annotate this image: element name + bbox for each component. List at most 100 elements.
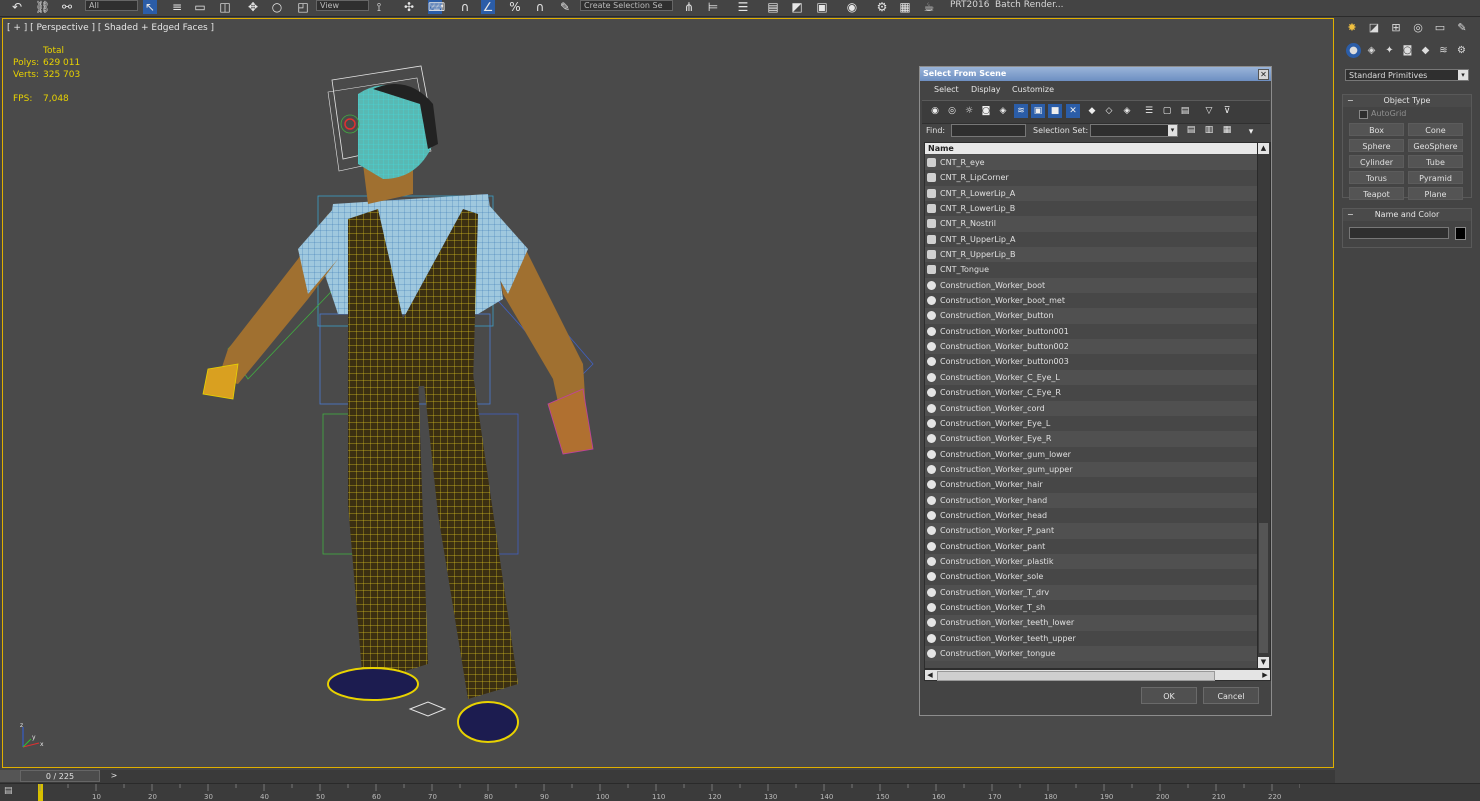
render-setup-icon[interactable]: ⚙	[875, 0, 889, 14]
object-name-input[interactable]	[1349, 227, 1449, 239]
helpers-category-icon[interactable]: ◆	[1418, 43, 1433, 58]
cone-button[interactable]: Cone	[1408, 123, 1463, 136]
scroll-up-icon[interactable]: ▲	[1258, 143, 1269, 154]
list-item[interactable]: Construction_Worker_pant	[925, 538, 1258, 554]
unlink-icon[interactable]: ⚯	[60, 0, 74, 14]
bones-filter-icon[interactable]: ✕	[1066, 104, 1080, 118]
list-item[interactable]: Construction_Worker_sole	[925, 569, 1258, 585]
vertical-scrollbar[interactable]: ▲ ▼	[1257, 143, 1270, 668]
horizontal-scrollbar-thumb[interactable]	[937, 671, 1215, 681]
list-item[interactable]: Construction_Worker_button002	[925, 339, 1258, 355]
delete-selection-set-icon[interactable]: ▦	[1220, 123, 1234, 137]
plane-button[interactable]: Plane	[1408, 187, 1463, 200]
chevron-down-icon[interactable]: ▾	[1244, 125, 1258, 139]
xrefs-filter-icon[interactable]: ■	[1048, 104, 1062, 118]
list-item[interactable]: Construction_Worker_tongue	[925, 646, 1258, 662]
list-item[interactable]: CNT_R_UpperLip_B	[925, 247, 1258, 263]
list-item[interactable]: Construction_Worker_teeth_lower	[925, 615, 1258, 631]
named-selection-set-field[interactable]: Create Selection Se	[580, 0, 673, 11]
list-item[interactable]: Construction_Worker_button003	[925, 354, 1258, 370]
primitive-type-dropdown[interactable]: Standard Primitives ▾	[1345, 69, 1469, 81]
scroll-right-icon[interactable]: ▶	[1260, 670, 1270, 680]
toggle-ribbon-icon[interactable]: ▤	[766, 0, 780, 14]
list-item[interactable]: Construction_Worker_button	[925, 308, 1258, 324]
layer-view-icon[interactable]: ▤	[1178, 104, 1192, 118]
sphere-button[interactable]: Sphere	[1349, 139, 1404, 152]
undo-icon[interactable]: ↶	[10, 0, 24, 14]
edit-named-selection-icon[interactable]: ✎	[558, 0, 572, 14]
snap-3d-icon[interactable]: ∩	[458, 0, 472, 14]
cameras-filter-icon[interactable]: ◙	[979, 104, 993, 118]
angle-snap-icon[interactable]: ∠	[481, 0, 495, 14]
align-icon[interactable]: ⊨	[706, 0, 720, 14]
shapes-category-icon[interactable]: ◈	[1364, 43, 1379, 58]
shapes-filter-icon[interactable]: ◎	[945, 104, 959, 118]
list-item[interactable]: Construction_Worker_hair	[925, 477, 1258, 493]
teapot-button[interactable]: Teapot	[1349, 187, 1404, 200]
geosphere-button[interactable]: GeoSphere	[1408, 139, 1463, 152]
object-color-swatch[interactable]	[1455, 227, 1466, 240]
list-item[interactable]: CNT_R_UpperLip_A	[925, 231, 1258, 248]
motion-tab-icon[interactable]: ◎	[1410, 20, 1426, 36]
time-slider-prev[interactable]	[0, 770, 20, 782]
checkbox-icon[interactable]	[1359, 110, 1368, 119]
filter-icon[interactable]: ▽	[1202, 104, 1216, 118]
box-button[interactable]: Box	[1349, 123, 1404, 136]
torus-button[interactable]: Torus	[1349, 171, 1404, 184]
scroll-left-icon[interactable]: ◀	[925, 670, 935, 680]
dialog-title[interactable]: Select From Scene	[920, 67, 1271, 81]
list-item[interactable]: Construction_Worker_gum_upper	[925, 461, 1258, 478]
list-item[interactable]: Construction_Worker_plastik	[925, 553, 1258, 570]
horizontal-scrollbar[interactable]: ◀ ▶	[924, 669, 1271, 681]
list-item[interactable]: Construction_Worker_T_drv	[925, 584, 1258, 600]
list-item[interactable]: CNT_R_LowerLip_B	[925, 201, 1258, 217]
list-item[interactable]: CNT_R_LowerLip_A	[925, 185, 1258, 202]
spinner-snap-icon[interactable]: ∩	[533, 0, 547, 14]
percent-snap-icon[interactable]: %	[508, 0, 522, 14]
list-item[interactable]: CNT_R_Nostril	[925, 216, 1258, 232]
list-item[interactable]: Construction_Worker_Eye_R	[925, 431, 1258, 447]
filter-options-icon[interactable]: ⊽	[1220, 104, 1234, 118]
space-warps-category-icon[interactable]: ≋	[1436, 43, 1451, 58]
display-all-icon[interactable]: ◆	[1085, 104, 1099, 118]
mirror-icon[interactable]: ⋔	[682, 0, 696, 14]
menu-customize[interactable]: Customize	[1012, 85, 1054, 94]
scale-icon[interactable]: ◰	[296, 0, 310, 14]
layer-explorer-icon[interactable]: ☰	[736, 0, 750, 14]
track-bar[interactable]: ▤ 10 20 30 40 50 60 70 80 90 100 110 120 130 140 150 16…	[0, 783, 1480, 801]
viewport-label[interactable]: [ + ] [ Perspective ] [ Shaded + Edged F…	[7, 23, 214, 33]
edit-selection-set-icon[interactable]: ▥	[1202, 123, 1216, 137]
invert-display-icon[interactable]: ◈	[1120, 104, 1134, 118]
list-item[interactable]: Construction_Worker_T_sh	[925, 599, 1258, 616]
close-icon[interactable]: ✕	[1258, 69, 1269, 80]
list-item[interactable]: CNT_Tongue	[925, 262, 1258, 278]
render-production-icon[interactable]: ☕	[922, 0, 936, 14]
list-item[interactable]: Construction_Worker_teeth_upper	[925, 630, 1258, 646]
helpers-filter-icon[interactable]: ◈	[996, 104, 1010, 118]
list-item[interactable]: CNT_R_LipCorner	[925, 170, 1258, 186]
list-item[interactable]: Construction_Worker_C_Eye_R	[925, 385, 1258, 401]
selection-filter-dropdown[interactable]: All	[85, 0, 138, 11]
select-by-name-icon[interactable]: ≡	[170, 0, 184, 14]
batch-render-label[interactable]: Batch Render...	[995, 0, 1064, 11]
hierarchy-tab-icon[interactable]: ⊞	[1388, 20, 1404, 36]
scroll-down-icon[interactable]: ▼	[1258, 657, 1269, 668]
rotate-icon[interactable]: ○	[270, 0, 284, 14]
list-item[interactable]: Construction_Worker_cord	[925, 400, 1258, 416]
lights-filter-icon[interactable]: ☼	[962, 104, 976, 118]
move-icon[interactable]: ✥	[246, 0, 260, 14]
create-tab-icon[interactable]: ✸	[1344, 20, 1360, 36]
curve-editor-icon[interactable]: ◩	[790, 0, 804, 14]
find-input[interactable]	[951, 124, 1026, 137]
autogrid-checkbox[interactable]: AutoGrid	[1359, 109, 1406, 119]
window-crossing-icon[interactable]: ◫	[218, 0, 232, 14]
list-item[interactable]: Construction_Worker_P_pant	[925, 523, 1258, 539]
groups-filter-icon[interactable]: ▣	[1031, 104, 1045, 118]
list-item[interactable]: Construction_Worker_head	[925, 507, 1258, 524]
display-tab-icon[interactable]: ▭	[1432, 20, 1448, 36]
name-and-color-header[interactable]: − Name and Color	[1343, 209, 1471, 221]
geometry-category-icon[interactable]: ●	[1346, 43, 1361, 58]
geometry-filter-icon[interactable]: ◉	[928, 104, 942, 118]
list-item[interactable]: Construction_Worker_button001	[925, 323, 1258, 340]
schematic-view-icon[interactable]: ▣	[815, 0, 829, 14]
